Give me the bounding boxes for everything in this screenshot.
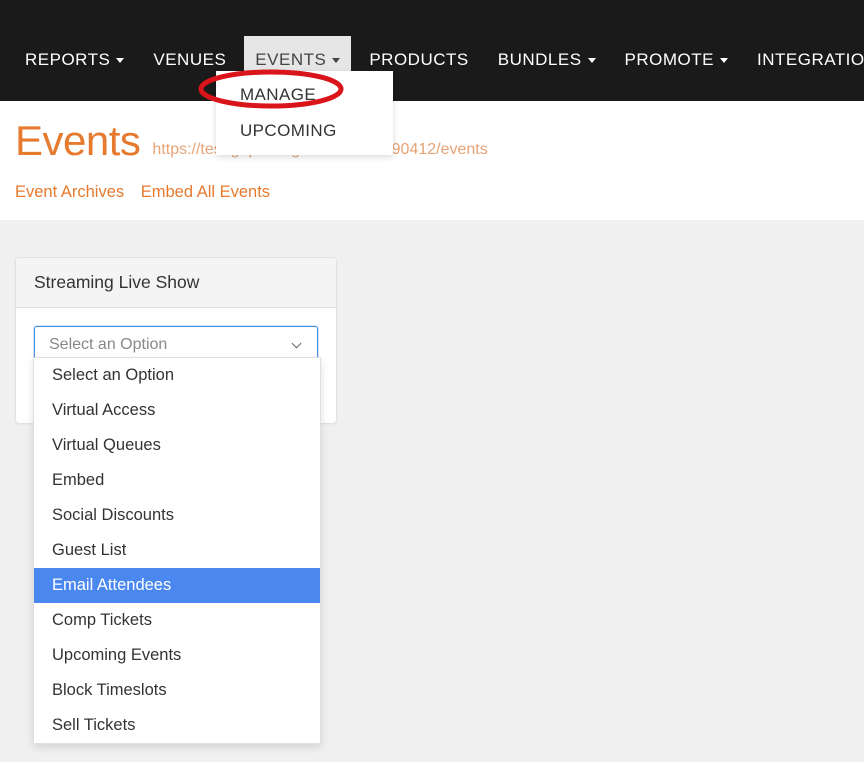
option-dropdown: Select an Option Virtual Access Virtual … [33,357,321,744]
navbar: REPORTS VENUES EVENTS PRODUCTS BUNDLES P… [0,0,864,101]
option-comp-tickets[interactable]: Comp Tickets [34,603,320,638]
option-block-timeslots[interactable]: Block Timeslots [34,673,320,708]
nav-reports[interactable]: REPORTS [14,36,135,84]
panel-title: Streaming Live Show [16,258,336,308]
nav-label: EVENTS [255,50,326,70]
nav-label: VENUES [153,50,226,70]
option-embed[interactable]: Embed [34,463,320,498]
nav-label: BUNDLES [498,50,582,70]
submenu-upcoming[interactable]: UPCOMING [216,113,393,149]
option-email-attendees[interactable]: Email Attendees [34,568,320,603]
submenu-manage[interactable]: MANAGE [216,77,393,113]
option-upcoming-events[interactable]: Upcoming Events [34,638,320,673]
caret-down-icon [588,58,596,63]
nav-label: PROMOTE [625,50,714,70]
chevron-down-icon [293,340,303,350]
nav-promote[interactable]: PROMOTE [614,36,739,84]
select-placeholder: Select an Option [49,336,167,354]
option-virtual-access[interactable]: Virtual Access [34,393,320,428]
page-title: Events [15,117,140,165]
option-virtual-queues[interactable]: Virtual Queues [34,428,320,463]
nav-label: REPORTS [25,50,110,70]
nav-label: INTEGRATIONS [757,50,864,70]
option-guest-list[interactable]: Guest List [34,533,320,568]
nav-label: PRODUCTS [369,50,468,70]
caret-down-icon [720,58,728,63]
link-embed-all-events[interactable]: Embed All Events [141,183,270,201]
option-social-discounts[interactable]: Social Discounts [34,498,320,533]
caret-down-icon [332,58,340,63]
option-select-an-option[interactable]: Select an Option [34,358,320,393]
sublinks: Event Archives Embed All Events [15,183,849,202]
page-header: Events https://test.gopassage.com/users/… [0,101,864,220]
nav-integrations[interactable]: INTEGRATIONS [746,36,864,84]
events-submenu: MANAGE UPCOMING [216,71,393,155]
caret-down-icon [116,58,124,63]
nav-bundles[interactable]: BUNDLES [487,36,607,84]
option-sell-tickets[interactable]: Sell Tickets [34,708,320,743]
link-event-archives[interactable]: Event Archives [15,183,124,201]
